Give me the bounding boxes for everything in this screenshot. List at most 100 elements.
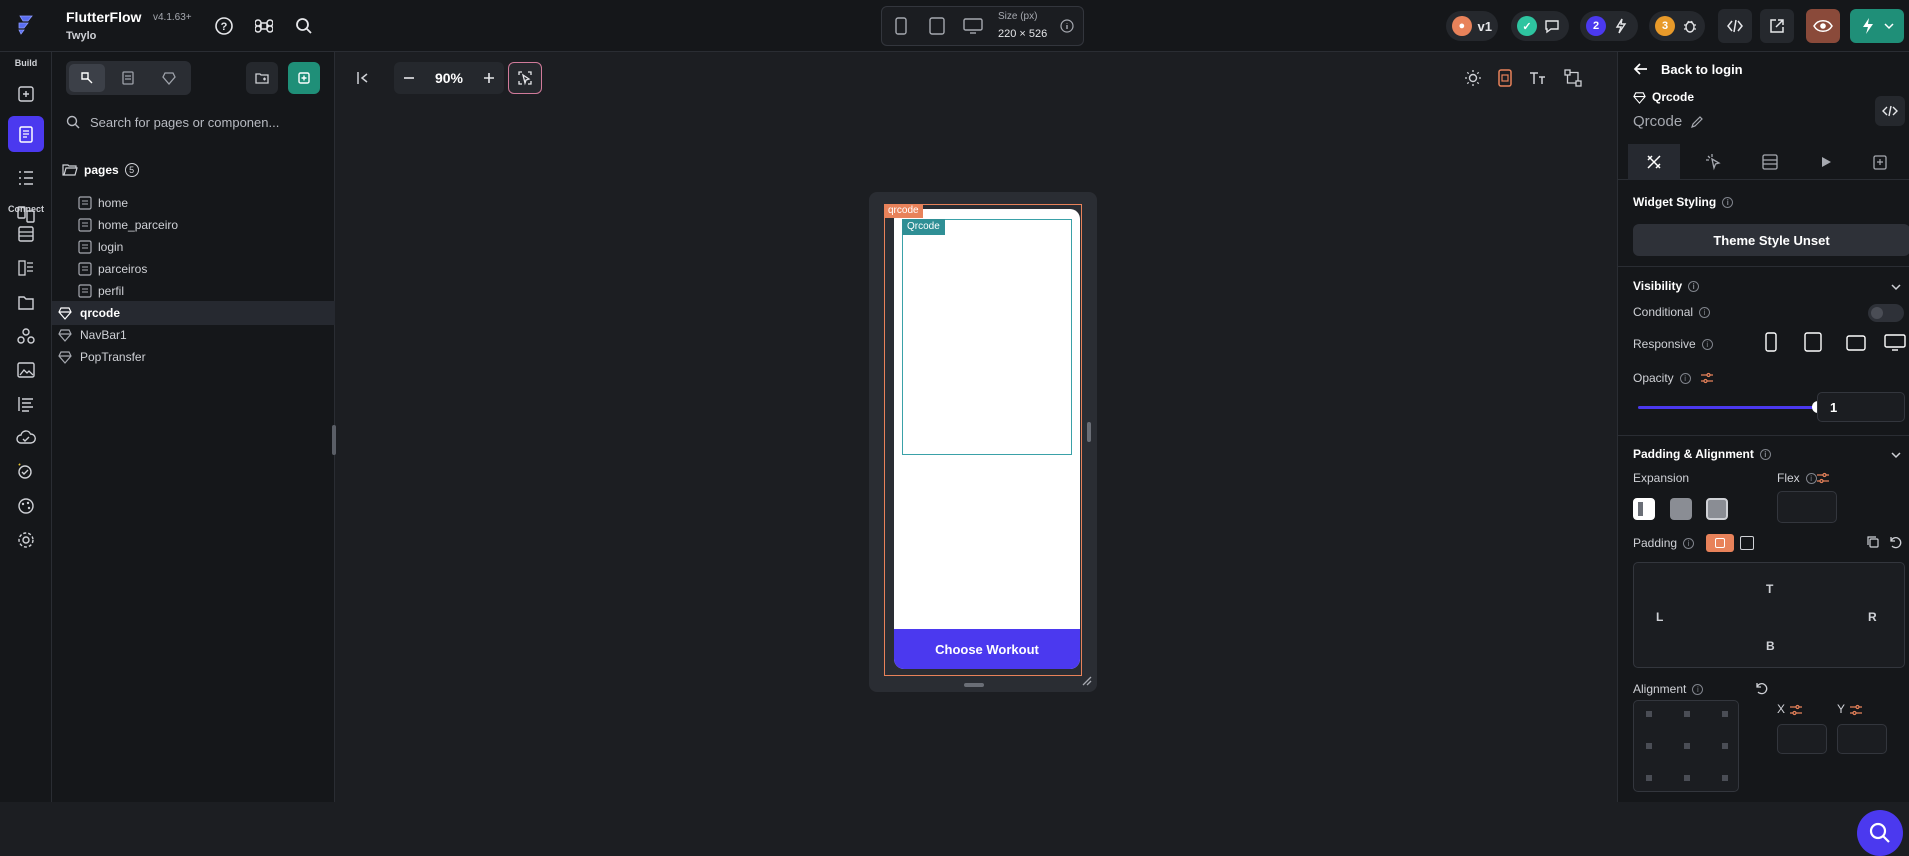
integrations-icon[interactable] (10, 320, 42, 352)
widget-name-row[interactable]: Qrcode (1633, 113, 1704, 130)
page-item-parceiros[interactable]: parceiros (52, 257, 335, 281)
chevron-down-icon[interactable] (1890, 449, 1902, 461)
flex-input[interactable] (1777, 491, 1837, 523)
variable-icon[interactable] (1816, 472, 1830, 484)
page-item-perfil[interactable]: perfil (52, 279, 335, 303)
collab-pill[interactable]: 2 (1580, 11, 1638, 41)
firestore-icon[interactable] (10, 218, 42, 250)
api-calls-icon[interactable] (10, 286, 42, 318)
info-icon[interactable]: i (1679, 373, 1691, 385)
collapse-panel-icon[interactable] (350, 65, 376, 91)
padding-uniform-button[interactable] (1706, 534, 1734, 552)
tab-pages-icon[interactable] (110, 64, 146, 92)
add-page-icon[interactable] (10, 78, 42, 110)
padding-top-label[interactable]: T (1766, 582, 1773, 596)
project-name[interactable]: Twylo (66, 30, 96, 42)
page-selector-icon[interactable] (8, 116, 44, 152)
flutterflow-logo-icon[interactable] (14, 12, 40, 38)
page-search[interactable]: Search for pages or componen... (66, 110, 326, 134)
zoom-out-icon[interactable] (402, 71, 416, 85)
tab-properties[interactable] (1628, 144, 1680, 180)
info-icon[interactable]: i (1683, 538, 1695, 550)
view-code-button[interactable] (1875, 96, 1905, 126)
debug-pill[interactable]: 3 (1649, 11, 1705, 41)
expansion-expanded-button[interactable] (1706, 498, 1728, 520)
tests-icon[interactable] (10, 456, 42, 488)
info-icon[interactable]: i (1759, 449, 1771, 461)
widget-tree-icon[interactable] (10, 162, 42, 194)
layout-tree-icon[interactable] (1560, 65, 1586, 91)
responsive-desktop-icon[interactable] (1884, 334, 1906, 352)
help-icon[interactable]: ? (211, 13, 237, 39)
check-comment-pill[interactable]: ✓ (1511, 11, 1569, 41)
preview-button[interactable] (1806, 9, 1840, 43)
edit-pencil-icon[interactable] (1690, 115, 1704, 129)
add-page-button[interactable] (288, 62, 320, 94)
theme-settings-icon[interactable] (10, 490, 42, 522)
tab-all-icon[interactable] (69, 64, 105, 92)
help-search-button[interactable] (1857, 810, 1903, 856)
visibility-section-title[interactable]: Visibility i (1633, 279, 1700, 293)
responsive-tablet-landscape-icon[interactable] (1846, 335, 1866, 351)
select-mode-button[interactable] (508, 62, 542, 94)
custom-code-icon[interactable] (10, 388, 42, 420)
responsive-phone-icon[interactable] (1764, 332, 1778, 352)
opacity-input[interactable]: 1 (1817, 392, 1905, 422)
copy-icon[interactable] (1866, 535, 1880, 549)
zoom-in-icon[interactable] (482, 71, 496, 85)
padding-right-label[interactable]: R (1868, 610, 1877, 624)
settings-gear-icon[interactable] (10, 524, 42, 556)
padding-individual-button[interactable] (1740, 536, 1754, 550)
variable-icon[interactable] (1789, 704, 1803, 716)
conditional-toggle[interactable] (1868, 304, 1904, 322)
app-state-icon[interactable] (10, 252, 42, 284)
run-button[interactable] (1850, 9, 1904, 43)
page-item-login[interactable]: login (52, 235, 335, 259)
tab-documentation[interactable] (1854, 144, 1906, 180)
info-icon[interactable]: i (1692, 684, 1704, 696)
tablet-device-icon[interactable] (924, 13, 950, 39)
add-folder-button[interactable] (246, 62, 278, 94)
light-mode-icon[interactable] (1460, 65, 1486, 91)
opacity-slider-track[interactable] (1638, 406, 1818, 409)
variable-icon[interactable] (1849, 704, 1863, 716)
desktop-device-icon[interactable] (960, 13, 986, 39)
tab-backend-query[interactable] (1744, 144, 1796, 180)
open-external-button[interactable] (1760, 9, 1794, 43)
info-icon[interactable]: i (1701, 339, 1713, 351)
code-view-button[interactable] (1718, 9, 1752, 43)
choose-workout-button[interactable]: Choose Workout (894, 629, 1080, 669)
responsive-tablet-icon[interactable] (1804, 332, 1822, 352)
pages-folder[interactable]: pages 5 (52, 158, 335, 182)
align-x-input[interactable] (1777, 724, 1827, 754)
phone-device-icon[interactable] (888, 13, 914, 39)
page-item-home-parceiro[interactable]: home_parceiro (52, 213, 335, 237)
expansion-flex-button[interactable] (1633, 498, 1655, 520)
padding-alignment-title[interactable]: Padding & Alignment i (1633, 447, 1771, 461)
variable-icon[interactable] (1700, 372, 1714, 384)
reset-icon[interactable] (1754, 681, 1768, 695)
tab-actions[interactable] (1688, 144, 1740, 180)
chevron-down-icon[interactable] (1890, 281, 1902, 293)
page-item-home[interactable]: home (52, 191, 335, 215)
alignment-grid[interactable] (1633, 700, 1739, 792)
search-icon[interactable] (291, 13, 317, 39)
version-pill[interactable]: ● v1 (1446, 11, 1498, 41)
cloud-functions-icon[interactable] (10, 422, 42, 454)
component-item-poptransfer[interactable]: PopTransfer (52, 345, 335, 369)
tab-animations[interactable] (1800, 144, 1852, 180)
phone-side-handle[interactable] (1087, 422, 1091, 442)
search-input[interactable]: Search for pages or componen... (90, 115, 279, 130)
info-icon[interactable]: i (1722, 197, 1734, 209)
padding-bottom-label[interactable]: B (1766, 639, 1775, 653)
reset-icon[interactable] (1888, 535, 1902, 549)
expansion-tight-button[interactable] (1670, 498, 1692, 520)
theme-style-button[interactable]: Theme Style Unset (1633, 224, 1909, 256)
command-icon[interactable] (251, 13, 277, 39)
text-scale-icon[interactable] (1524, 65, 1550, 91)
tab-components-icon[interactable] (151, 64, 187, 92)
media-assets-icon[interactable] (10, 354, 42, 386)
component-item-navbar1[interactable]: NavBar1 (52, 323, 335, 347)
padding-left-label[interactable]: L (1656, 610, 1663, 624)
device-frame-icon[interactable] (1492, 65, 1518, 91)
